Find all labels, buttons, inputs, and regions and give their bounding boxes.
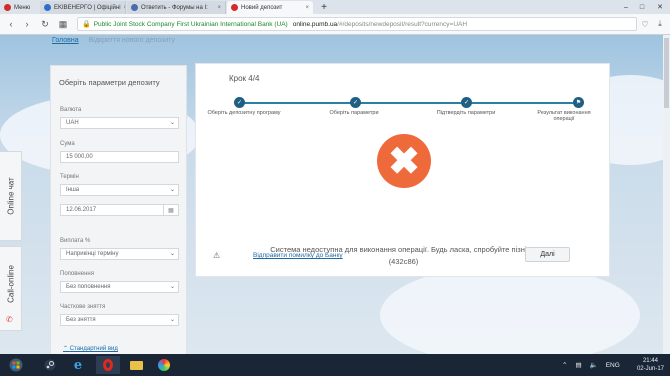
chevron-down-icon: ⌄	[169, 317, 175, 323]
term-select[interactable]: Інша ⌄	[60, 184, 179, 196]
page-scrollbar[interactable]	[663, 35, 670, 354]
opera-logo-icon	[4, 4, 11, 11]
close-tab-icon[interactable]: ×	[124, 5, 125, 11]
tab-ekibenergo[interactable]: EKIBEHEPГO | Офіційні ×	[40, 1, 126, 14]
paint-icon[interactable]	[152, 356, 176, 374]
payout-select[interactable]: Наприкінці терміну ⌄	[60, 248, 179, 260]
call-online-button[interactable]: Call-online ✆	[0, 246, 22, 331]
chevron-up-icon: ⌃	[63, 346, 70, 352]
chevron-down-icon: ⌄	[169, 187, 175, 193]
system-tray: ⌃ ▤ 🔈 ENG	[562, 354, 620, 376]
currency-label: Валюта	[60, 107, 82, 113]
step-complete-icon: ✓	[234, 97, 245, 108]
minimize-button[interactable]: –	[618, 0, 634, 14]
step-complete-icon: ✓	[350, 97, 361, 108]
standard-view-link[interactable]: ⌃ Стандартний вид	[63, 345, 118, 352]
maximize-button[interactable]: □	[634, 0, 650, 14]
tray-expand-icon[interactable]: ⌃	[562, 361, 567, 369]
tab-forum-reply[interactable]: Ответить - Форумы на I: ×	[127, 1, 226, 14]
language-indicator[interactable]: ENG	[606, 362, 620, 369]
address-bar[interactable]: 🔒 Public Joint Stock Company First Ukrai…	[77, 17, 637, 31]
chevron-down-icon: ⌄	[169, 284, 175, 290]
step-label: Результат виконання операції	[537, 110, 591, 122]
close-tab-icon[interactable]: ×	[217, 5, 221, 11]
reload-button[interactable]: ↻	[38, 17, 52, 31]
taskbar-clock[interactable]: 21:44 02-Jun-17	[637, 357, 664, 373]
page-content: Головна Відкриття нового депозиту Оберіт…	[0, 35, 670, 354]
amount-field[interactable]: 15 000,00	[60, 151, 179, 163]
new-tab-button[interactable]: +	[316, 0, 332, 14]
breadcrumb-home-link[interactable]: Головна	[52, 37, 79, 44]
step-title: Крок 4/4	[229, 74, 260, 83]
network-icon[interactable]: ▤	[575, 361, 581, 369]
volume-icon[interactable]: 🔈	[590, 361, 598, 369]
file-explorer-icon[interactable]	[124, 356, 148, 374]
opera-menu-button[interactable]: Меню	[0, 1, 40, 14]
bookmark-heart-icon[interactable]: ♡	[638, 17, 652, 31]
panel-title: Оберіть параметри депозиту	[59, 78, 160, 87]
pumb-icon	[231, 4, 238, 11]
withdraw-select[interactable]: Без зняття ⌄	[60, 314, 179, 326]
deposit-parameters-panel: Оберіть параметри депозиту Валюта UAH ⌄ …	[50, 65, 187, 354]
amount-label: Сума	[60, 141, 75, 147]
step-flag-icon: ⚑	[573, 97, 584, 108]
lock-icon: 🔒	[82, 21, 91, 28]
payout-label: Виплата %	[60, 238, 91, 244]
report-error-link[interactable]: Відправити помилку до Банку	[253, 252, 343, 259]
forward-button[interactable]: ›	[20, 17, 34, 31]
close-tab-icon[interactable]: ×	[305, 5, 309, 11]
internet-explorer-icon[interactable]: e	[66, 356, 90, 374]
breadcrumb: Головна Відкриття нового депозиту	[52, 35, 175, 46]
browser-toolbar: ‹ › ↻ ▦ 🔒 Public Joint Stock Company Fir…	[0, 14, 670, 35]
opera-taskbar-icon[interactable]	[96, 356, 120, 374]
step-label: Підтвердіть параметри	[436, 110, 496, 116]
currency-select[interactable]: UAH ⌄	[60, 117, 179, 129]
calendar-icon[interactable]: ▦	[163, 205, 178, 215]
close-window-button[interactable]: ✕	[652, 0, 668, 14]
step-complete-icon: ✓	[461, 97, 472, 108]
chevron-down-icon: ⌄	[169, 251, 175, 257]
cloud-decoration	[380, 265, 640, 354]
withdraw-label: Часткове зняття	[60, 304, 106, 310]
progress-track	[240, 102, 580, 104]
vk-icon	[44, 4, 51, 11]
forum-icon	[131, 4, 138, 11]
replenish-select[interactable]: Без поповнення ⌄	[60, 281, 179, 293]
browser-tab-bar: Меню EKIBEHEPГO | Офіційні × Ответить - …	[0, 0, 670, 14]
deposit-wizard-card: Крок 4/4 ✓ ✓ ✓ ⚑ Оберіть депозитну прогр…	[195, 63, 610, 277]
step-label: Оберіть параметри	[329, 110, 379, 116]
term-label: Термін	[60, 174, 79, 180]
windows-logo-icon	[9, 358, 23, 372]
steam-icon[interactable]	[38, 356, 62, 374]
tab-new-deposit[interactable]: Новий депозит ×	[227, 1, 313, 14]
chevron-down-icon: ⌄	[169, 120, 175, 126]
breadcrumb-current: Відкриття нового депозиту	[88, 37, 175, 44]
step-label: Оберіть депозитну програму	[207, 110, 281, 116]
term-date-field[interactable]: 12.06.2017 ▦	[60, 204, 179, 216]
error-x-icon: ✖	[377, 134, 431, 188]
next-button[interactable]: Далі	[525, 247, 570, 262]
warning-icon: ⚠	[213, 251, 221, 260]
windows-taskbar: e ⌃ ▤ 🔈 ENG 21:44 02-Jun-17	[0, 354, 670, 376]
scrollbar-thumb[interactable]	[664, 38, 669, 108]
phone-icon: ✆	[6, 315, 13, 324]
download-icon[interactable]: ⤓	[653, 17, 667, 31]
replenish-label: Поповнення	[60, 271, 94, 277]
online-chat-button[interactable]: Online чат	[0, 151, 22, 241]
start-button[interactable]	[4, 356, 28, 374]
back-button[interactable]: ‹	[4, 17, 18, 31]
speed-dial-icon[interactable]: ▦	[56, 17, 70, 31]
